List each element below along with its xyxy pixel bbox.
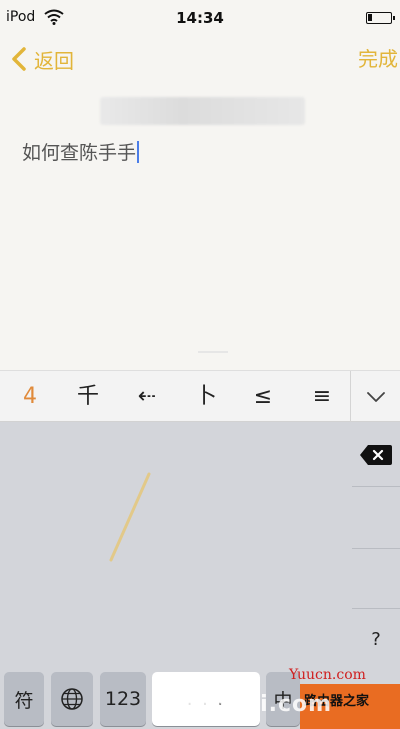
candidate-item[interactable]: ⇠ (117, 371, 177, 423)
back-button[interactable]: 返回 (10, 44, 74, 74)
back-label: 返回 (34, 48, 74, 73)
note-date-blurred (100, 97, 305, 125)
candidate-item[interactable]: 千 (58, 371, 118, 423)
candidate-divider (350, 371, 351, 423)
delete-backspace-icon[interactable] (358, 442, 394, 468)
candidate-item[interactable]: 4 (0, 371, 60, 423)
numbers-key[interactable]: 123 (100, 672, 146, 726)
chevron-down-icon[interactable] (362, 385, 390, 409)
key-divider (352, 486, 400, 487)
paper-divider (198, 351, 228, 353)
nav-bar: 返回 完成 (0, 34, 400, 84)
watermark-overlay-text: luyouqi.com (170, 692, 333, 717)
handwriting-stroke (109, 472, 151, 562)
key-divider (352, 548, 400, 549)
note-text-area[interactable]: 如何查陈手手 (22, 138, 140, 165)
status-bar: iPod 14:34 (0, 0, 400, 34)
text-cursor (137, 140, 140, 163)
candidate-item[interactable]: ≤ (233, 371, 293, 423)
watermark-url: Yuucn.com (289, 667, 366, 683)
candidate-item[interactable]: ≡ (292, 371, 352, 423)
battery-level-fill (368, 14, 372, 21)
globe-key[interactable] (51, 672, 93, 726)
note-text: 如何查陈手手 (22, 142, 137, 164)
symbols-key[interactable]: 符 (4, 672, 44, 726)
globe-icon (61, 688, 83, 710)
question-mark-key[interactable]: ? (352, 620, 400, 660)
chevron-left-icon (12, 47, 26, 71)
status-time: 14:34 (176, 9, 224, 27)
key-divider (352, 608, 400, 609)
candidate-item[interactable]: 卜 (176, 371, 236, 423)
candidate-bar: 4 千 ⇠ 卜 ≤ ≡ (0, 370, 400, 423)
done-button[interactable]: 完成 (358, 44, 398, 74)
battery-icon (366, 12, 395, 24)
